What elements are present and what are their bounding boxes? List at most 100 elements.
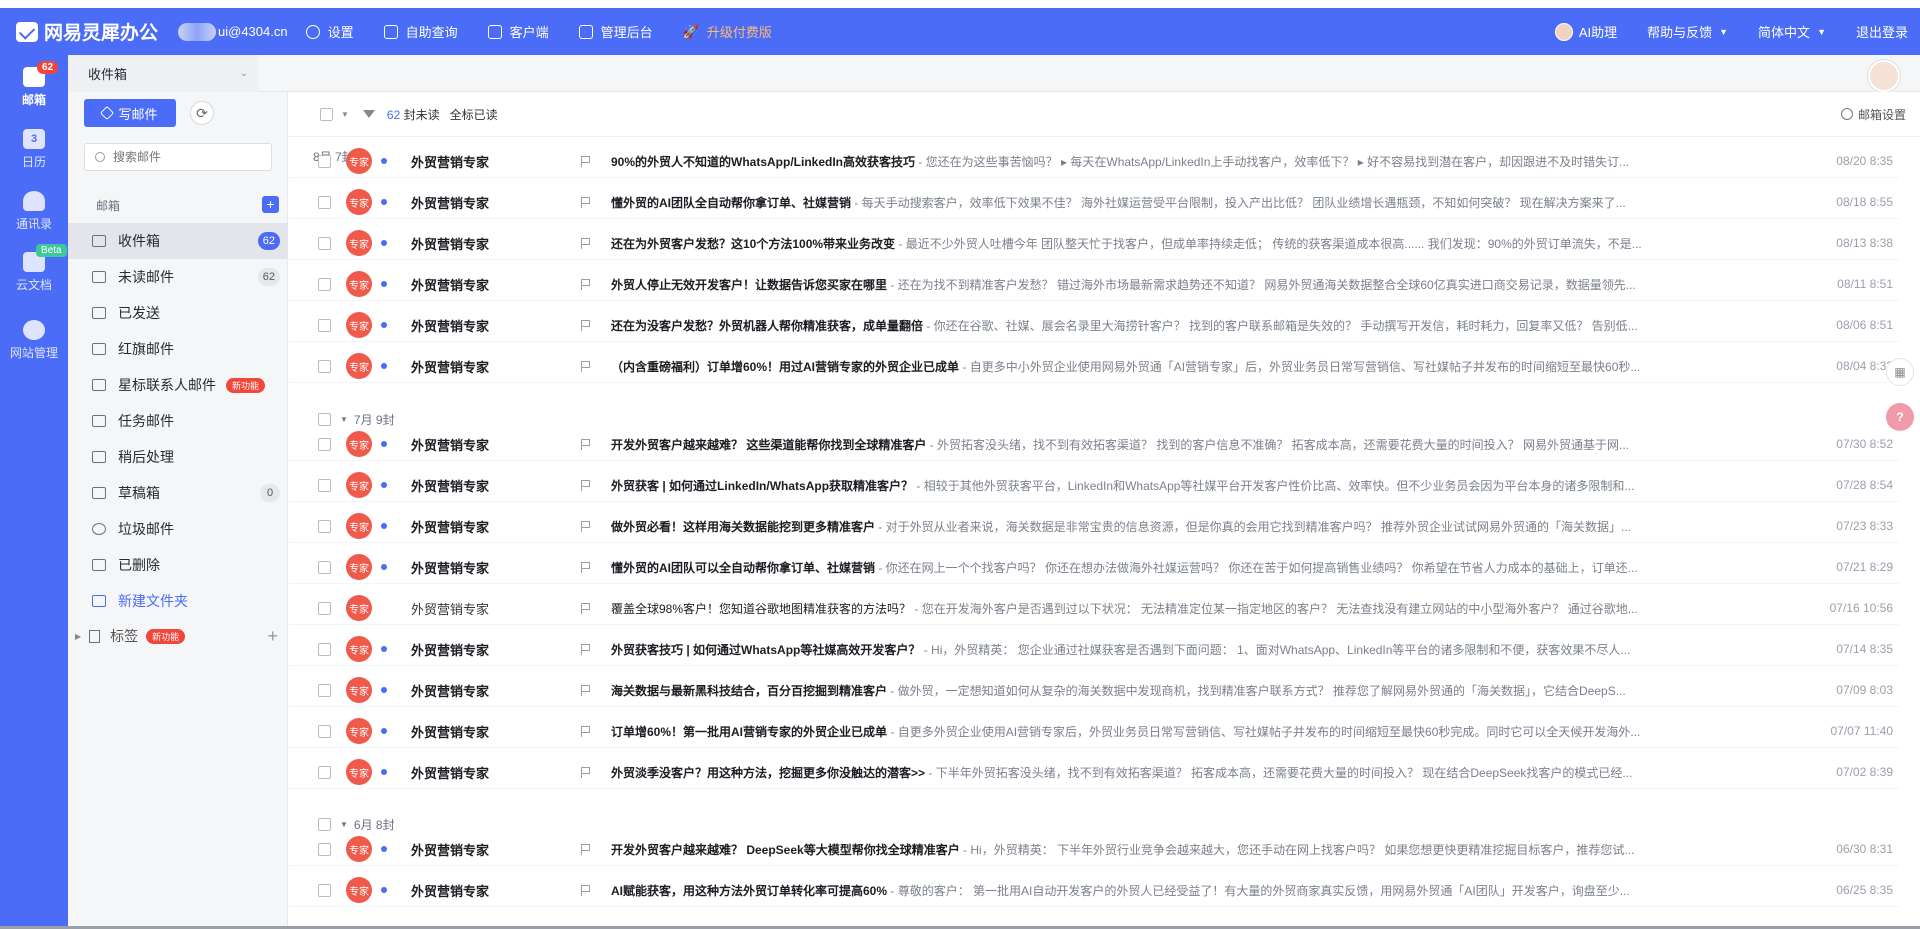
collapse-icon[interactable]: ▼ xyxy=(340,820,348,829)
sidebar-item-mail[interactable]: 62 邮箱 xyxy=(0,61,68,108)
flag-icon[interactable] xyxy=(581,278,591,290)
tab-inbox[interactable]: 收件箱 ⌄ xyxy=(68,55,258,92)
folder-tasks[interactable]: 任务邮件 xyxy=(68,403,288,439)
select-all-checkbox[interactable] xyxy=(320,107,333,121)
flag-icon[interactable] xyxy=(581,602,591,614)
help-bot-button[interactable]: ? xyxy=(1886,403,1914,431)
select-dropdown-icon[interactable]: ▼ xyxy=(341,110,349,119)
email-row[interactable]: 专家 外贸营销专家 开发外贸客户越来越难？ 这些渠道能帮你找到全球精准客户 - 外贸… xyxy=(289,428,1899,461)
help-feedback-dropdown[interactable]: 帮助与反馈 ▼ xyxy=(1647,22,1728,41)
flag-icon[interactable] xyxy=(581,684,591,696)
flag-icon[interactable] xyxy=(581,319,591,331)
ai-assistant-button[interactable]: AI助理 xyxy=(1554,22,1617,41)
email-row[interactable]: 专家 外贸营销专家 覆盖全球98%客户！您知道谷歌地图精准获客的方法吗？ - 您在开… xyxy=(289,592,1899,625)
email-row[interactable]: 专家 外贸营销专家 外贸获客 | 如何通过LinkedIn/WhatsApp获取精准… xyxy=(289,469,1899,502)
flag-icon[interactable] xyxy=(581,520,591,532)
add-tag-button[interactable]: + xyxy=(267,626,278,647)
unread-summary[interactable]: 62 封未读 xyxy=(387,106,440,123)
email-row[interactable]: 专家 外贸营销专家 懂外贸的AI团队可以全自动帮你拿订单、社媒营销 - 你还在网上一… xyxy=(289,551,1899,584)
email-checkbox[interactable] xyxy=(318,560,331,574)
email-checkbox[interactable] xyxy=(318,154,331,168)
mailbox-settings-button[interactable]: 邮箱设置 xyxy=(1840,106,1906,123)
nav-settings[interactable]: 设置 xyxy=(305,22,354,41)
email-checkbox[interactable] xyxy=(318,724,331,738)
email-checkbox[interactable] xyxy=(318,683,331,697)
flag-icon[interactable] xyxy=(581,843,591,855)
nav-upgrade[interactable]: 🚀 升级付费版 xyxy=(683,22,772,41)
folder-flagged[interactable]: 红旗邮件 xyxy=(68,331,288,367)
flag-icon[interactable] xyxy=(581,479,591,491)
refresh-button[interactable]: ⟳ xyxy=(190,101,214,125)
email-row[interactable]: 专家 外贸营销专家 外贸获客技巧 | 如何通过WhatsApp等社媒高效开发客户？ … xyxy=(289,633,1899,666)
sidebar-item-cloud-docs[interactable]: Beta 云文档 xyxy=(0,244,68,293)
nav-client[interactable]: 客户端 xyxy=(487,22,549,41)
email-checkbox[interactable] xyxy=(318,842,331,856)
email-checkbox[interactable] xyxy=(318,601,331,615)
tags-section[interactable]: ▶ 标签 新功能 + xyxy=(68,624,288,648)
folder-spam[interactable]: 垃圾邮件 xyxy=(68,511,288,547)
mark-all-read-button[interactable]: 全标已读 xyxy=(450,106,498,123)
account-email[interactable]: ui@4304.cn xyxy=(178,22,288,41)
nav-admin[interactable]: 管理后台 xyxy=(578,22,653,41)
email-row[interactable]: 专家 外贸营销专家 做外贸必看！这样用海关数据能挖到更多精准客户 - 对于外贸从业者… xyxy=(289,510,1899,543)
expand-icon[interactable]: ▶ xyxy=(75,632,81,641)
chevron-down-icon[interactable]: ⌄ xyxy=(240,68,248,79)
logout-button[interactable]: 退出登录 xyxy=(1856,22,1908,41)
email-checkbox[interactable] xyxy=(318,195,331,209)
flag-icon[interactable] xyxy=(581,766,591,778)
new-folder-link[interactable]: 新建文件夹 xyxy=(68,583,288,619)
flag-icon[interactable] xyxy=(581,360,591,372)
email-row[interactable]: 专家 外贸营销专家 （内含重磅福利）订单增60%！用过AI营销专家的外贸企业已成单 … xyxy=(289,350,1899,383)
language-dropdown[interactable]: 简体中文 ▼ xyxy=(1758,22,1826,41)
email-checkbox[interactable] xyxy=(318,642,331,656)
group-checkbox[interactable] xyxy=(318,817,331,831)
email-checkbox[interactable] xyxy=(318,478,331,492)
email-row[interactable]: 专家 外贸营销专家 外贸人停止无效开发客户！让数据告诉您买家在哪里 - 还在为找不到… xyxy=(289,268,1899,301)
email-row[interactable]: 专家 外贸营销专家 懂外贸的AI团队全自动帮你拿订单、社媒营销 - 每天手动搜索客户… xyxy=(289,186,1899,219)
email-row[interactable]: 专家 外贸营销专家 订单增60%！第一批用AI营销专家的外贸企业已成单 - 自更多外… xyxy=(289,715,1899,748)
folder-starred-contacts[interactable]: 星标联系人邮件 新功能 xyxy=(68,367,288,403)
folder-later[interactable]: 稍后处理 xyxy=(68,439,288,475)
folder-unread[interactable]: 未读邮件 62 xyxy=(68,259,288,295)
add-mailbox-button[interactable]: + xyxy=(262,196,279,213)
user-avatar[interactable] xyxy=(1868,60,1900,92)
folder-sent[interactable]: 已发送 xyxy=(68,295,288,331)
email-row[interactable]: 专家 外贸营销专家 AI赋能获客，用这种方法外贸订单转化率可提高60% - 尊敬的客… xyxy=(289,874,1899,907)
search-input[interactable] xyxy=(113,150,263,164)
mail-search[interactable] xyxy=(84,143,272,171)
email-row[interactable]: 专家 外贸营销专家 开发外贸客户越来越难？ DeepSeek等大模型帮你找全球精准客… xyxy=(289,833,1899,866)
folder-drafts[interactable]: 草稿箱 0 xyxy=(68,475,288,511)
email-checkbox[interactable] xyxy=(318,519,331,533)
flag-icon[interactable] xyxy=(581,155,591,167)
email-checkbox[interactable] xyxy=(318,765,331,779)
sidebar-item-contacts[interactable]: 通讯录 xyxy=(0,191,68,232)
email-row[interactable]: 专家 外贸营销专家 90%的外贸人不知道的WhatsApp/LinkedIn高效获客… xyxy=(289,145,1899,178)
group-checkbox[interactable] xyxy=(318,412,331,426)
email-checkbox[interactable] xyxy=(318,437,331,451)
apps-grid-button[interactable]: ▦ xyxy=(1886,358,1914,386)
filter-icon[interactable] xyxy=(362,110,375,118)
folder-trash[interactable]: 已删除 xyxy=(68,547,288,583)
email-checkbox[interactable] xyxy=(318,883,331,897)
email-row[interactable]: 专家 外贸营销专家 还在为没客户发愁？外贸机器人帮你精准获客，成单量翻倍 - 你还在… xyxy=(289,309,1899,342)
email-checkbox[interactable] xyxy=(318,236,331,250)
folder-inbox[interactable]: 收件箱 62 xyxy=(68,223,288,259)
flag-icon[interactable] xyxy=(581,884,591,896)
email-checkbox[interactable] xyxy=(318,318,331,332)
email-row[interactable]: 专家 外贸营销专家 还在为外贸客户发愁？这10个方法100%带来业务改变 - 最近不… xyxy=(289,227,1899,260)
flag-icon[interactable] xyxy=(581,561,591,573)
flag-icon[interactable] xyxy=(581,643,591,655)
email-row[interactable]: 专家 外贸营销专家 海关数据与最新黑科技结合，百分百挖掘到精准客户 - 做外贸，一定… xyxy=(289,674,1899,707)
compose-button[interactable]: 写邮件 xyxy=(84,99,176,127)
email-checkbox[interactable] xyxy=(318,359,331,373)
flag-icon[interactable] xyxy=(581,725,591,737)
sidebar-item-website[interactable]: 网站管理 xyxy=(0,320,68,361)
app-logo[interactable]: 网易灵犀办公 xyxy=(16,18,178,45)
flag-icon[interactable] xyxy=(581,237,591,249)
flag-icon[interactable] xyxy=(581,438,591,450)
sidebar-item-calendar[interactable]: 3 日历 xyxy=(0,129,68,170)
nav-self-service[interactable]: 自助查询 xyxy=(383,22,458,41)
flag-icon[interactable] xyxy=(581,196,591,208)
collapse-icon[interactable]: ▼ xyxy=(340,415,348,424)
email-row[interactable]: 专家 外贸营销专家 外贸淡季没客户？用这种方法，挖掘更多你没触达的潜客>> - 下半… xyxy=(289,756,1899,789)
